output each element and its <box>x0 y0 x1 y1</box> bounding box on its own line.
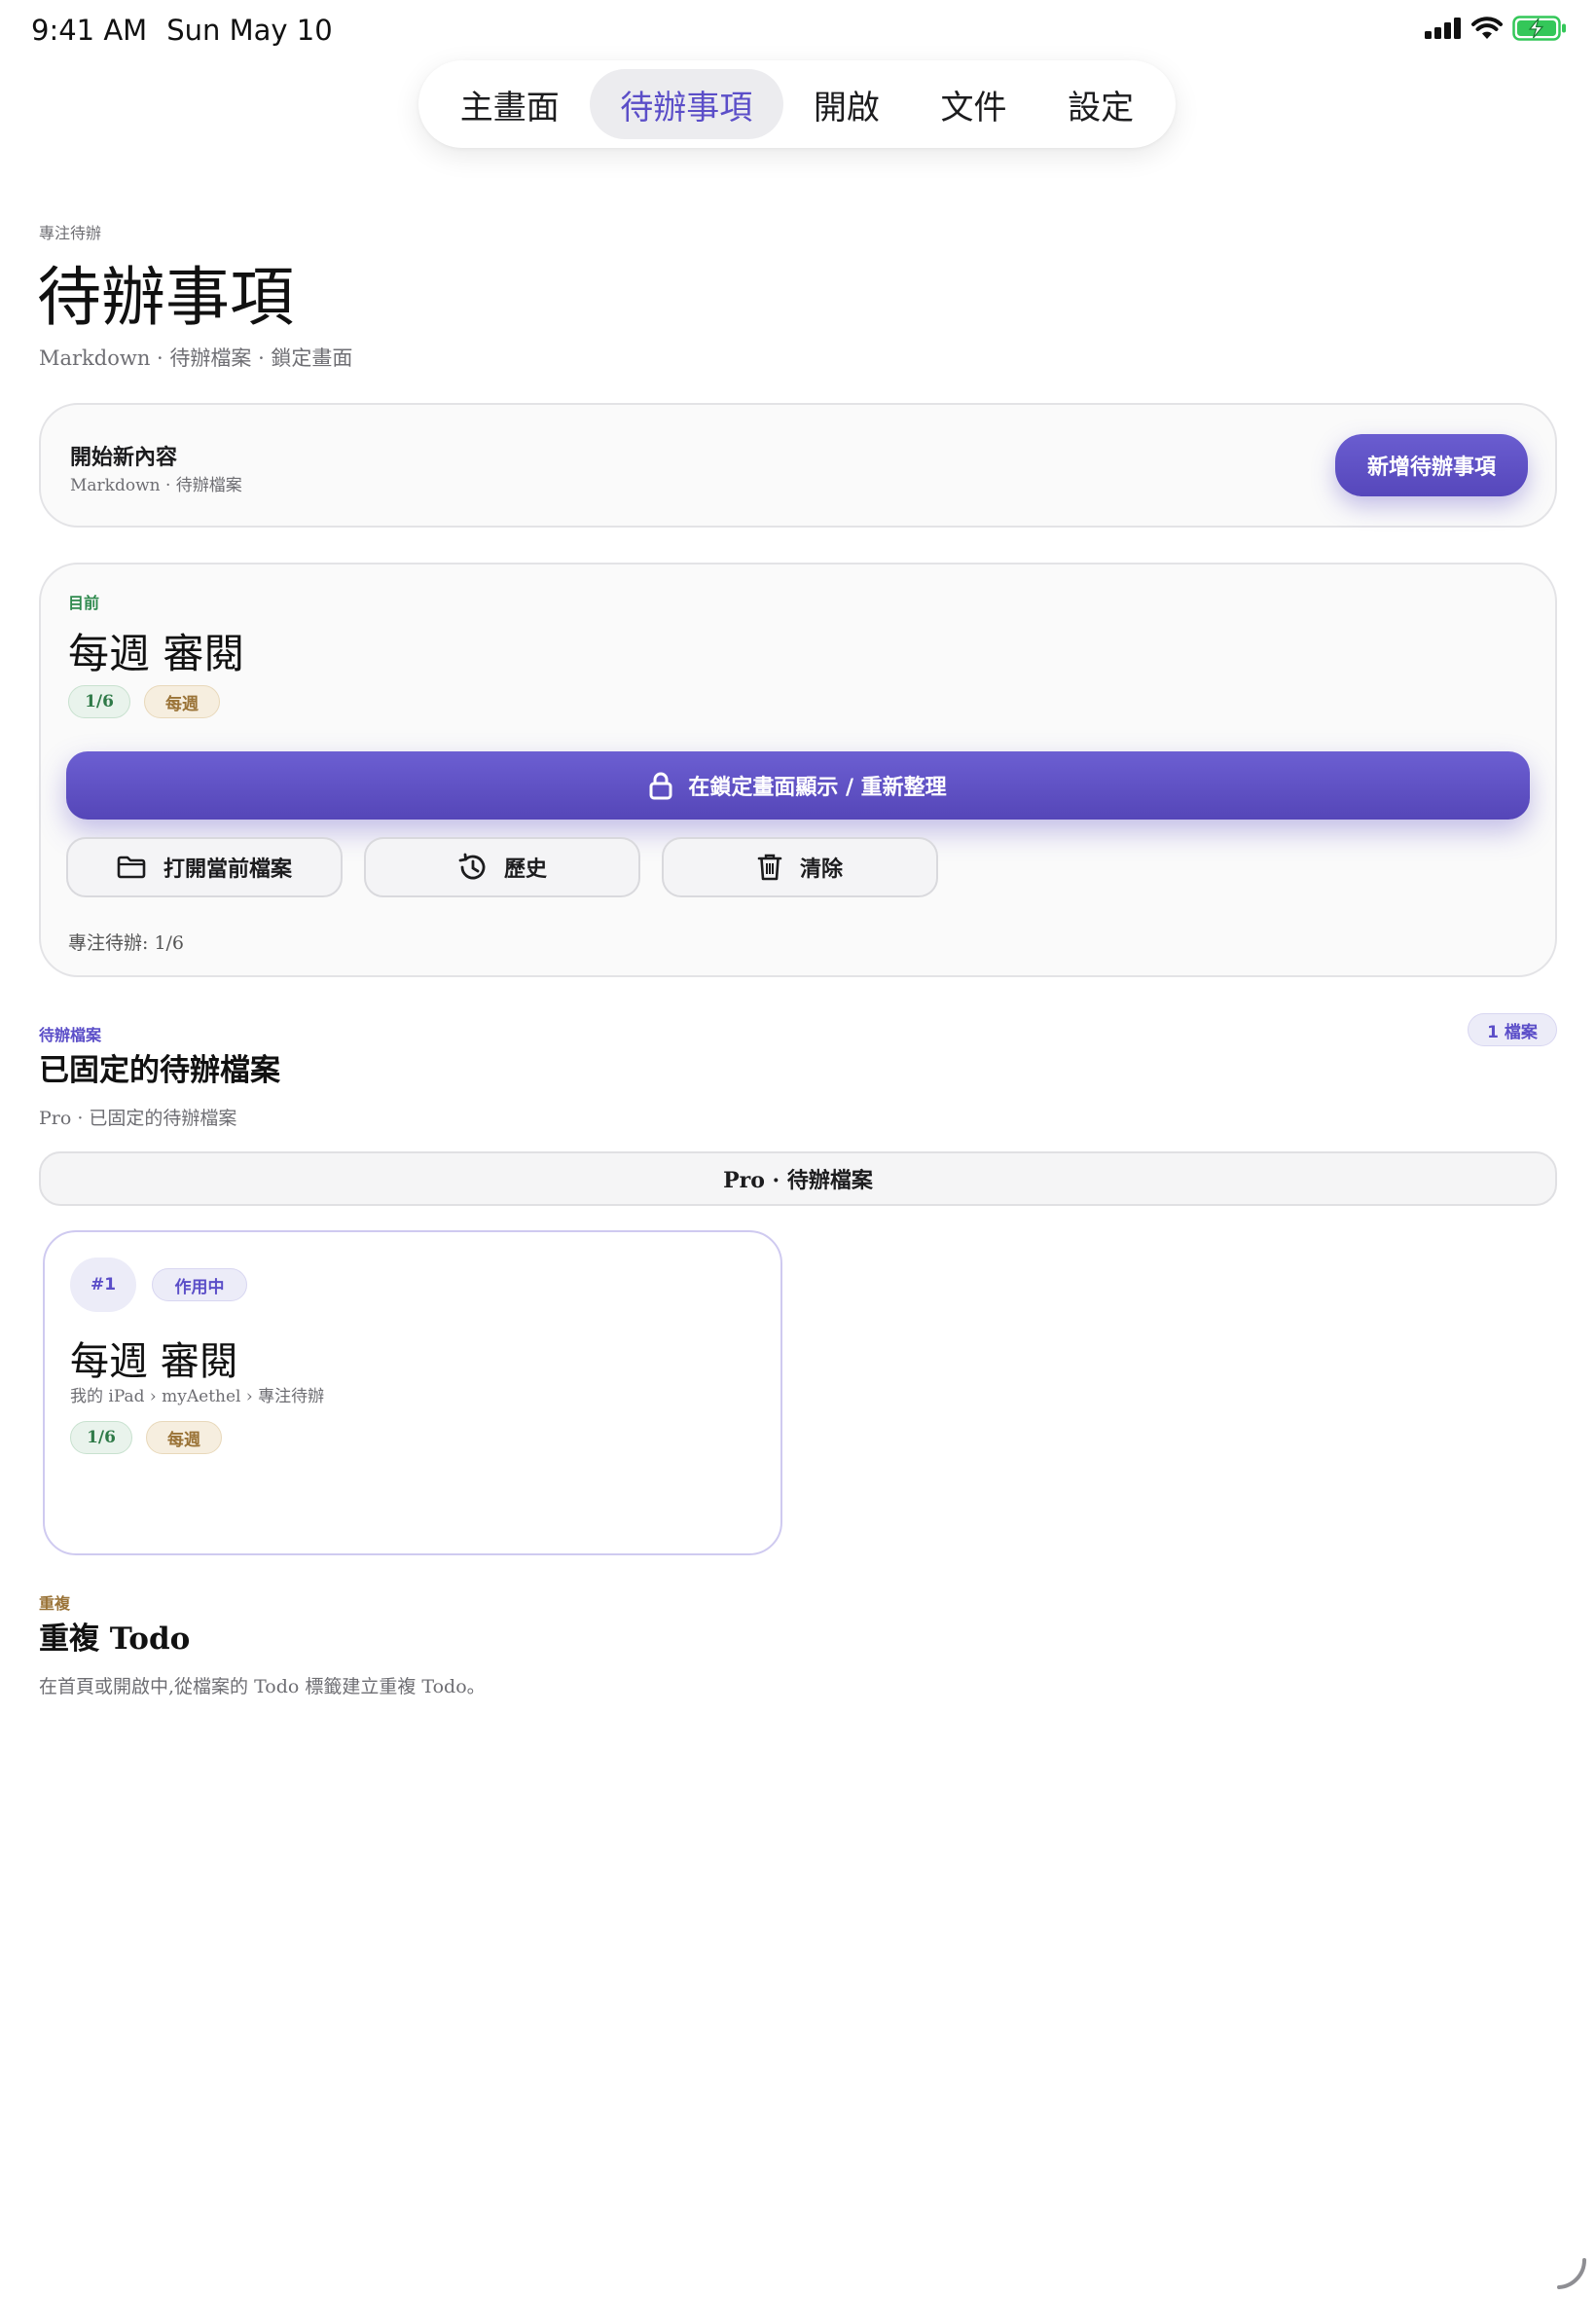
show-on-lock-screen-label: 在鎖定畫面顯示 / 重新整理 <box>688 776 947 800</box>
clear-button[interactable]: 清除 <box>662 837 938 897</box>
tab-open[interactable]: 開啟 <box>783 69 910 139</box>
tab-todo[interactable]: 待辦事項 <box>589 69 784 139</box>
open-current-file-button[interactable]: 打開當前檔案 <box>66 837 343 897</box>
status-time: 9:41 AM <box>31 14 148 47</box>
page-eyebrow: 專注待辦 <box>39 224 102 242</box>
new-content-sub: Markdown · 待辦檔案 <box>70 476 242 495</box>
file-progress-chip: 1/6 <box>70 1421 132 1454</box>
frequency-chip: 每週 <box>144 685 220 718</box>
show-on-lock-screen-button[interactable]: 在鎖定畫面顯示 / 重新整理 <box>66 751 1530 820</box>
top-tab-bar: 主畫面 待辦事項 開啟 文件 設定 <box>418 60 1176 148</box>
pro-todo-files-button[interactable]: Pro · 待辦檔案 <box>39 1151 1557 1206</box>
file-path: 我的 iPad › myAethel › 專注待辦 <box>70 1387 325 1406</box>
current-eyebrow: 目前 <box>68 594 100 612</box>
status-bar-time: 9:41 AM Sun May 10 <box>31 14 352 47</box>
battery-charging-icon <box>1512 16 1566 41</box>
progress-chip: 1/6 <box>68 685 130 718</box>
status-date: Sun May 10 <box>166 14 333 47</box>
open-current-file-label: 打開當前檔案 <box>163 857 292 882</box>
history-button[interactable]: 歷史 <box>364 837 640 897</box>
tab-documents[interactable]: 文件 <box>910 69 1038 139</box>
new-content-card: 開始新內容 Markdown · 待辦檔案 新增待辦事項 <box>39 403 1557 528</box>
history-icon <box>458 853 486 880</box>
pinned-desc: Pro · 已固定的待辦檔案 <box>39 1108 237 1129</box>
trash-icon <box>757 854 782 881</box>
tab-home[interactable]: 主畫面 <box>430 69 590 139</box>
wifi-icon <box>1471 17 1503 39</box>
file-title: 每週 審閱 <box>70 1339 238 1384</box>
page-subtitle: Markdown · 待辦檔案 · 鎖定畫面 <box>39 346 353 370</box>
file-index-badge: #1 <box>70 1258 136 1312</box>
pinned-file-card[interactable]: #1 作用中 每週 審閱 我的 iPad › myAethel › 專注待辦 1… <box>43 1230 782 1555</box>
history-label: 歷史 <box>503 857 547 882</box>
current-todo-card: 目前 每週 審閱 1/6 每週 在鎖定畫面顯示 / 重新整理 打開當前檔案 歷史 <box>39 563 1557 977</box>
page-title: 待辦事項 <box>37 260 294 335</box>
focus-todo-status: 專注待辦: 1/6 <box>68 932 185 954</box>
file-active-badge: 作用中 <box>152 1268 247 1301</box>
add-todo-button[interactable]: 新增待辦事項 <box>1335 434 1528 496</box>
current-title: 每週 審閱 <box>68 630 245 677</box>
tab-settings[interactable]: 設定 <box>1037 69 1164 139</box>
file-count-badge: 1 檔案 <box>1468 1013 1557 1046</box>
repeat-desc: 在首頁或開啟中,從檔案的 Todo 標籤建立重複 Todo。 <box>39 1676 486 1697</box>
repeat-title: 重複 Todo <box>39 1622 191 1657</box>
clear-label: 清除 <box>799 857 843 882</box>
repeat-eyebrow: 重複 <box>39 1594 71 1613</box>
lock-icon <box>649 772 672 800</box>
activity-indicator-icon <box>1557 2258 1587 2289</box>
file-frequency-chip: 每週 <box>146 1421 222 1454</box>
pinned-eyebrow: 待辦檔案 <box>39 1026 102 1044</box>
new-content-heading: 開始新內容 <box>70 446 178 470</box>
cellular-signal-icon <box>1425 18 1461 39</box>
folder-icon <box>117 856 146 879</box>
status-bar-icons <box>1425 16 1567 41</box>
pinned-title: 已固定的待辦檔案 <box>39 1053 280 1088</box>
